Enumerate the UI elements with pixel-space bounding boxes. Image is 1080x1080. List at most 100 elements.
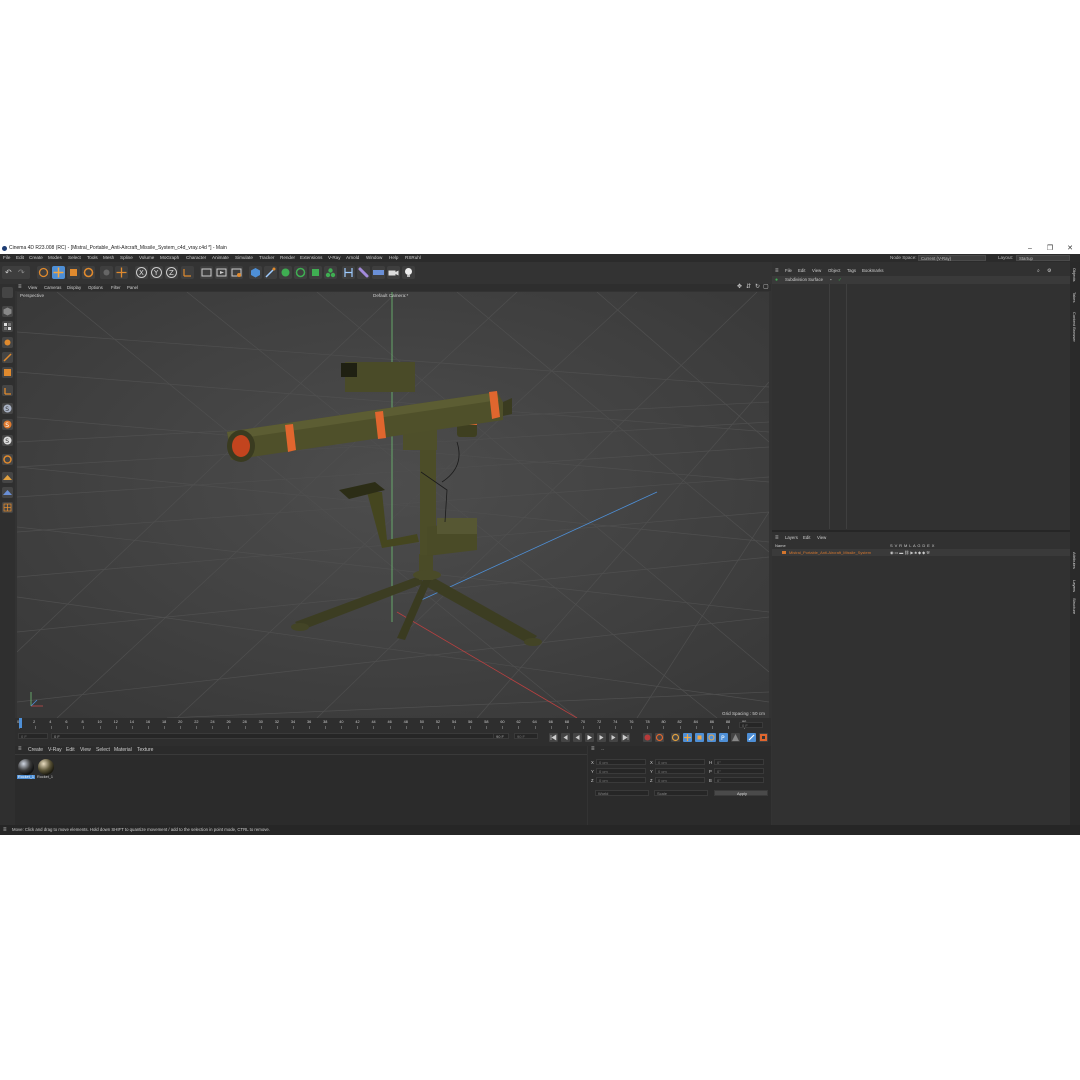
timeline-window-icon[interactable] [759, 733, 768, 742]
edge-mode-icon[interactable] [2, 352, 13, 363]
key-parameter-icon[interactable]: P [719, 733, 728, 742]
grid-icon[interactable] [2, 502, 13, 513]
light-icon[interactable] [402, 266, 415, 279]
workplane-icon[interactable] [2, 454, 13, 465]
polygon-mode-icon[interactable] [2, 367, 13, 378]
model-mode-icon[interactable] [2, 306, 13, 317]
material-menu-material[interactable]: Material [114, 747, 132, 753]
volume-builder-icon[interactable] [309, 266, 322, 279]
menu-mograph[interactable]: MoGraph [160, 254, 179, 262]
material-menu-create[interactable]: Create [28, 747, 43, 753]
coord-mode-dropdown[interactable]: World [595, 790, 649, 796]
coord-value-field[interactable]: 0 cm [655, 768, 705, 774]
scale-tool-icon[interactable] [67, 266, 80, 279]
layer-flag-icons[interactable]: ◉▭▬⛓▶♣◆◆⚒ [890, 549, 931, 556]
render-settings-icon[interactable] [230, 266, 243, 279]
viewport-menu-filter[interactable]: Filter [111, 284, 121, 291]
viewport-menu-panel[interactable]: Panel [127, 284, 138, 291]
cloner-icon[interactable] [294, 266, 307, 279]
menu-file[interactable]: File [3, 254, 10, 262]
viewport-menu-icon[interactable]: ≡ [18, 284, 22, 291]
menu-mesh[interactable]: Mesh [103, 254, 114, 262]
menu-window[interactable]: Window [366, 254, 382, 262]
viewport-navigate-icon[interactable]: ✥ [737, 284, 742, 291]
world-coordinates-icon[interactable] [181, 266, 194, 279]
tab-content-browser[interactable]: Content Browser [1072, 312, 1077, 342]
object-menu-edit[interactable]: Edit [798, 267, 805, 275]
locked-workplane-icon[interactable] [2, 472, 13, 483]
node-space-dropdown[interactable]: Current (V-Ray) [918, 255, 986, 261]
viewport-camera-name[interactable]: Default Camera:* [373, 293, 408, 298]
x-axis-lock-icon[interactable]: X [135, 266, 148, 279]
y-axis-lock-icon[interactable]: Y [150, 266, 163, 279]
object-menu-tags[interactable]: Tags [847, 267, 856, 275]
object-search-icon[interactable]: ⌕ [1037, 267, 1040, 275]
status-menu-icon[interactable]: ≡ [3, 825, 7, 835]
viewport-move-icon[interactable]: ⇵ [746, 284, 751, 291]
object-visibility-icon[interactable]: ▪ [830, 277, 832, 282]
bend-deformer-icon[interactable] [342, 266, 355, 279]
tab-layers[interactable]: Layers [1072, 580, 1077, 592]
max-frame-field[interactable]: 90 F [514, 733, 538, 739]
motion-system-icon[interactable] [747, 733, 756, 742]
enable-axis-icon[interactable] [2, 385, 13, 396]
apply-button[interactable]: Apply [714, 790, 768, 796]
menu-vray[interactable]: V-Ray [328, 254, 341, 262]
tab-attributes[interactable]: Attributes [1072, 552, 1077, 569]
menu-select[interactable]: Select [68, 254, 81, 262]
select-tool-icon[interactable] [37, 266, 50, 279]
menu-rsruhl[interactable]: RSRuhl [405, 254, 421, 262]
frame-range-slider[interactable]: 0 F [51, 733, 507, 739]
layer-name[interactable]: Mistral_Portable_Anti-Aircraft_Missile_S… [789, 549, 871, 556]
layer-color-swatch[interactable] [782, 551, 786, 554]
next-key-icon[interactable] [609, 733, 618, 742]
layer-menu-edit[interactable]: Edit [803, 534, 810, 542]
goto-end-icon[interactable] [621, 733, 630, 742]
material-menu-view[interactable]: View [80, 747, 91, 753]
coordinate-system-icon[interactable] [115, 266, 128, 279]
viewport-menu-view[interactable]: View [28, 284, 37, 291]
object-settings-icon[interactable]: ⚙ [1047, 267, 1051, 275]
tab-objects[interactable]: Objects [1072, 268, 1077, 282]
autokey-icon[interactable] [655, 733, 664, 742]
menu-edit[interactable]: Edit [16, 254, 24, 262]
record-keys-icon[interactable] [643, 733, 652, 742]
viewport-menu-cameras[interactable]: Cameras [44, 284, 61, 291]
solo-mode-icon[interactable]: S [2, 419, 13, 430]
menu-animate[interactable]: Animate [212, 254, 229, 262]
cube-object-icon[interactable] [249, 266, 262, 279]
menu-volume[interactable]: Volume [139, 254, 154, 262]
menu-create[interactable]: Create [29, 254, 43, 262]
material-menu-select[interactable]: Select [96, 747, 110, 753]
menu-arnold[interactable]: Arnold [346, 254, 359, 262]
snap-icon[interactable]: S [2, 403, 13, 414]
point-mode-icon[interactable] [2, 337, 13, 348]
viewport-rotate-icon[interactable]: ↻ [755, 284, 760, 291]
material-swatch-1[interactable]: Rocket_1 [17, 758, 36, 780]
menu-character[interactable]: Character [186, 254, 206, 262]
object-enabled-check-icon[interactable]: ✓ [838, 277, 842, 283]
undo-redo-icon[interactable]: ↶ ↷ [2, 266, 30, 279]
recent-tools-icon[interactable] [100, 266, 113, 279]
prev-frame-icon[interactable] [573, 733, 582, 742]
object-menu-file[interactable]: File [785, 267, 792, 275]
key-pla-icon[interactable] [731, 733, 740, 742]
material-menu-edit[interactable]: Edit [66, 747, 75, 753]
object-menu-object[interactable]: Object [828, 267, 840, 275]
material-menu-icon[interactable]: ≡ [18, 746, 22, 752]
layer-row[interactable]: Mistral_Portable_Anti-Aircraft_Missile_S… [772, 549, 1070, 556]
prev-key-icon[interactable] [561, 733, 570, 742]
subdivision-surface-icon[interactable] [279, 266, 292, 279]
render-to-picture-viewer-icon[interactable] [215, 266, 228, 279]
3d-viewport[interactable]: Perspective Default Camera:* Grid Spacin… [17, 292, 769, 718]
menu-tracker[interactable]: Tracker [259, 254, 274, 262]
key-position-icon[interactable] [683, 733, 692, 742]
menu-spline[interactable]: Spline [120, 254, 133, 262]
layer-menu-layers[interactable]: Layers [785, 534, 798, 542]
rotate-tool-icon[interactable] [82, 266, 95, 279]
coord-value-field[interactable]: 0 cm [655, 777, 705, 783]
planar-workplane-icon[interactable] [2, 487, 13, 498]
menu-tools[interactable]: Tools [87, 254, 98, 262]
field-icon[interactable] [324, 266, 337, 279]
maximize-button[interactable]: ❐ [1040, 243, 1060, 254]
